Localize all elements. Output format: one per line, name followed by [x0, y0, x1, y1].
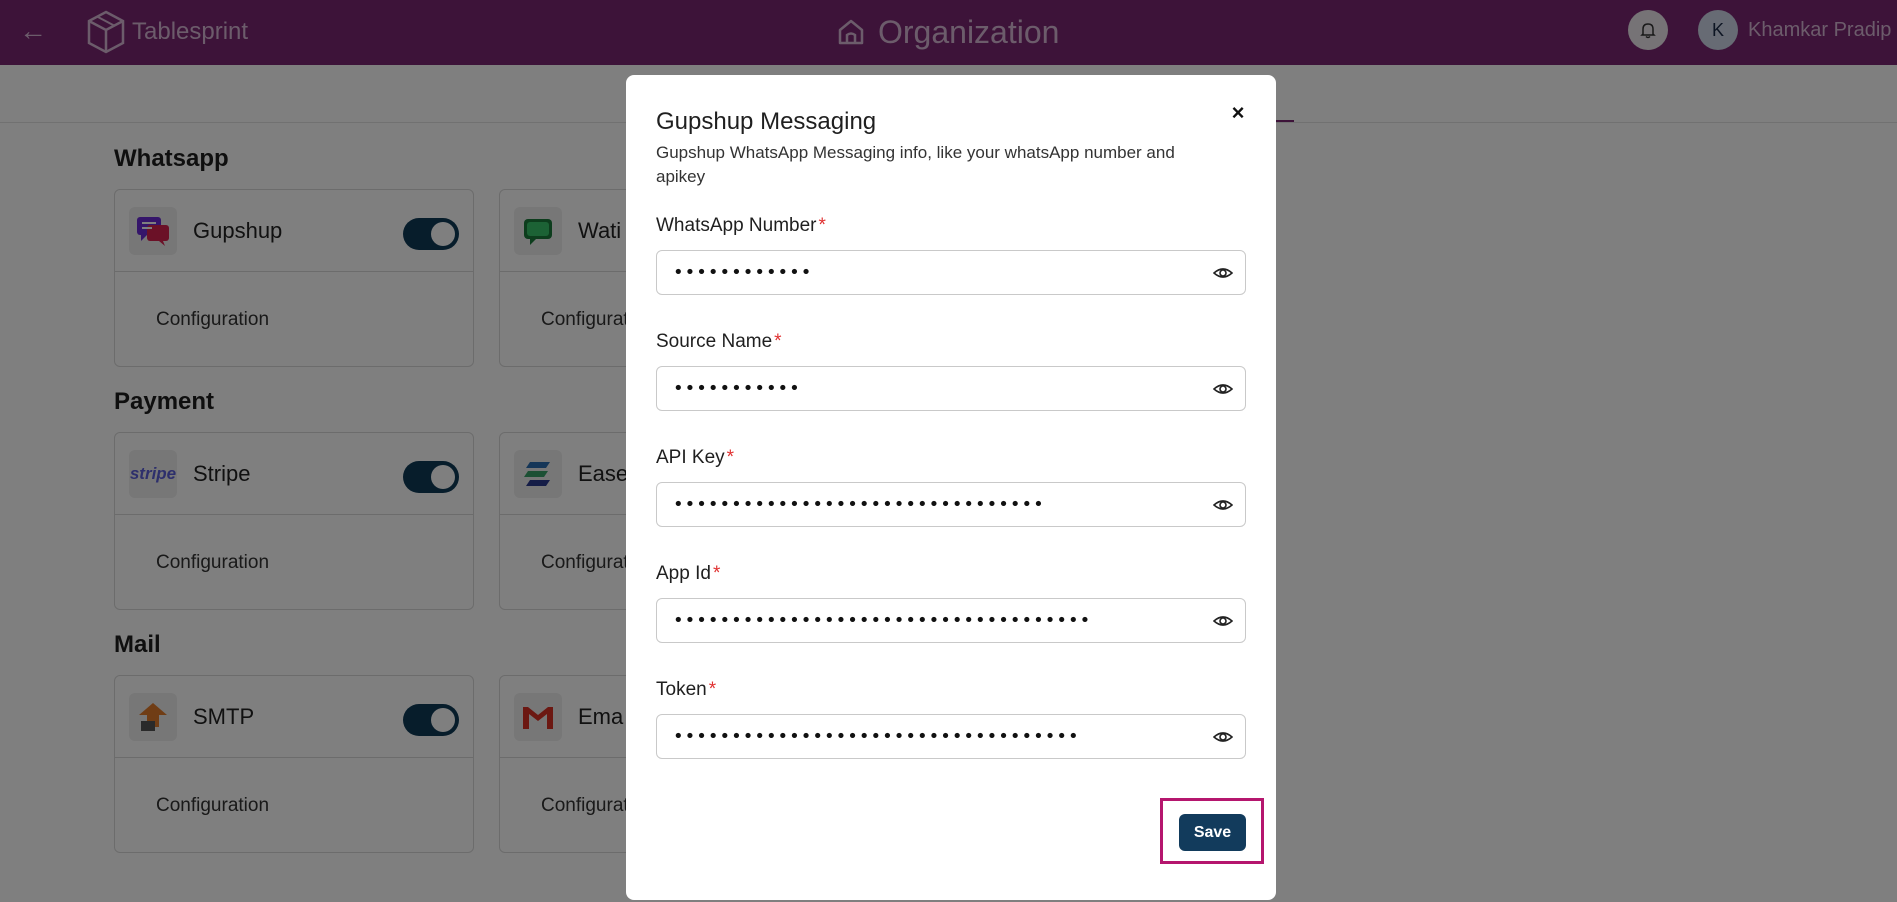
eye-icon[interactable]	[1213, 495, 1233, 515]
whatsapp-number-label: WhatsApp Number *	[656, 215, 826, 236]
source-name-input[interactable]	[673, 368, 1193, 409]
api-key-input[interactable]	[673, 484, 1193, 525]
eye-icon[interactable]	[1213, 379, 1233, 399]
api-key-label: API Key *	[656, 447, 735, 468]
eye-icon[interactable]	[1213, 727, 1233, 747]
token-field[interactable]	[656, 714, 1246, 759]
modal-description: Gupshup WhatsApp Messaging info, like yo…	[656, 143, 1175, 186]
source-name-label: Source Name *	[656, 331, 782, 352]
save-button[interactable]: Save	[1179, 814, 1246, 851]
app-id-field[interactable]	[656, 598, 1246, 643]
whatsapp-number-input[interactable]	[673, 252, 1193, 293]
source-name-field[interactable]	[656, 366, 1246, 411]
gupshup-config-modal: Gupshup Messaging Gupshup WhatsApp Messa…	[626, 75, 1276, 900]
eye-icon[interactable]	[1213, 263, 1233, 283]
app-id-input[interactable]	[673, 600, 1193, 641]
whatsapp-number-field[interactable]	[656, 250, 1246, 295]
app-id-label: App Id *	[656, 563, 721, 584]
modal-title: Gupshup Messaging	[656, 108, 877, 135]
token-label: Token *	[656, 679, 717, 700]
token-input[interactable]	[673, 716, 1193, 757]
close-icon[interactable]: ×	[1226, 101, 1250, 125]
eye-icon[interactable]	[1213, 611, 1233, 631]
api-key-field[interactable]	[656, 482, 1246, 527]
